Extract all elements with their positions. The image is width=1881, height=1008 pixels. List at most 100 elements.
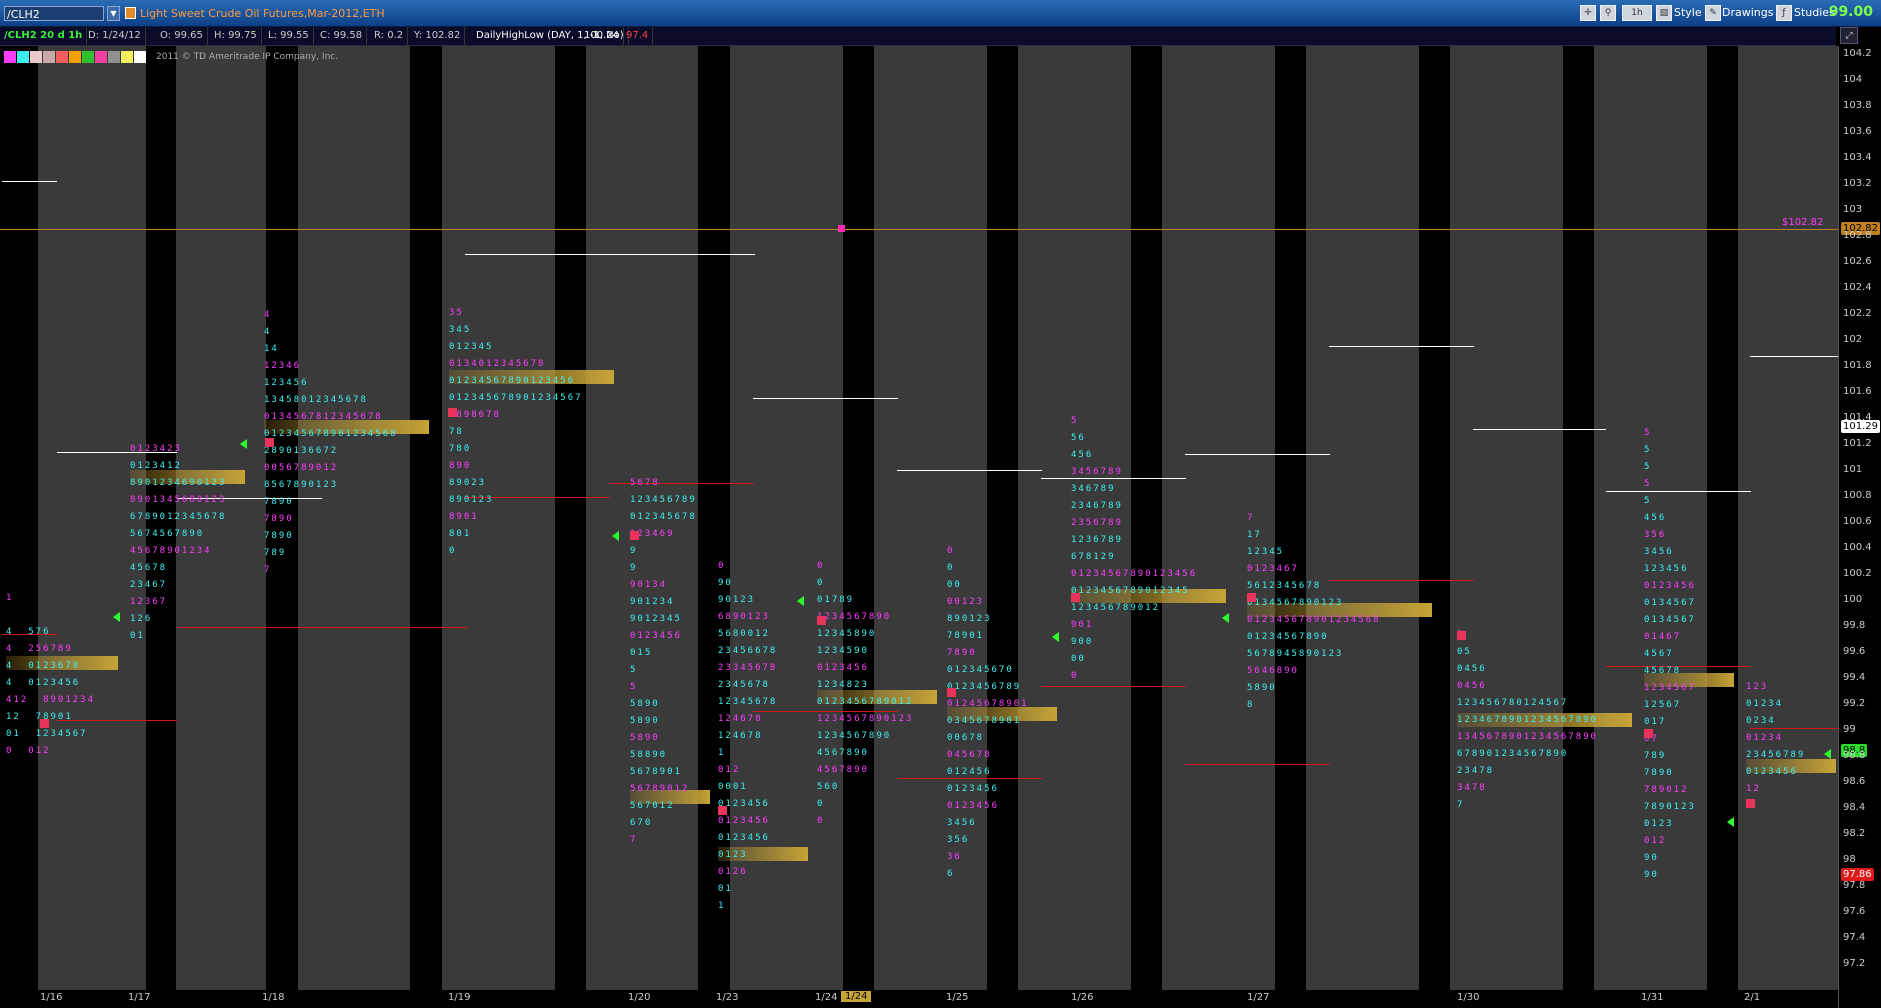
price-tick: 98.6 xyxy=(1843,776,1866,787)
overnight-band xyxy=(1563,46,1594,990)
price-tick: 102.8 xyxy=(1843,230,1872,241)
tpo-row: 5 xyxy=(1644,496,1652,506)
tpo-row: 56 xyxy=(1071,433,1086,443)
price-tick: 97.4 xyxy=(1843,932,1866,943)
symbol-info-icon[interactable] xyxy=(125,7,136,19)
date-axis[interactable]: 1/24 1/16 1/17 1/18 1/19 1/20 1/23 1/24 1/25 1/2… xyxy=(0,990,1838,1008)
tpo-row: 890123 xyxy=(449,495,494,505)
open-marker xyxy=(1247,593,1256,602)
tpo-row: 123 xyxy=(1746,682,1769,692)
price-tick: 100.6 xyxy=(1843,516,1872,527)
tpo-row: 0456 xyxy=(1457,681,1487,691)
tpo-row: 012345678901234568 xyxy=(264,429,398,439)
tpo-row: 13458012345678 xyxy=(264,395,368,405)
tpo-row: 456 xyxy=(1644,513,1667,523)
tpo-row: 00 xyxy=(1071,654,1086,664)
price-tick: 102 xyxy=(1843,334,1863,345)
price-tick: 100 xyxy=(1843,594,1863,605)
tpo-row: 1234590 xyxy=(817,646,869,656)
tpo-row: 3456 xyxy=(947,818,977,828)
cursor-price-label: $102.82 xyxy=(1782,217,1824,228)
tpo-row: 0123456 xyxy=(1644,581,1696,591)
price-axis[interactable]: 102.82 101.29 98.8 97.86 104.2 104 103.8 10… xyxy=(1838,46,1881,1008)
tpo-row: 0 xyxy=(817,799,825,809)
tpo-row: 1234567890123 xyxy=(817,714,914,724)
tpo-row: 6789012345678 xyxy=(130,512,227,522)
price-tick: 101.8 xyxy=(1843,360,1872,371)
date-tick: 1/23 xyxy=(716,992,739,1003)
expand-chart-icon[interactable]: ⤢ xyxy=(1840,27,1858,44)
date-tick: 1/17 xyxy=(128,992,151,1003)
tpo-row: 23345678 xyxy=(718,663,778,673)
symbol-dropdown-button[interactable]: ▼ xyxy=(107,6,120,21)
date-tick: 1/30 xyxy=(1457,992,1480,1003)
tpo-row: 00678 xyxy=(947,733,985,743)
close-marker xyxy=(797,596,804,606)
open-marker xyxy=(1457,631,1466,640)
bar-range: R: 0.2 xyxy=(370,27,409,45)
style-icon[interactable]: ▧ xyxy=(1656,5,1672,21)
tpo-row: 8 xyxy=(1247,700,1255,710)
open-marker xyxy=(1071,593,1080,602)
close-marker xyxy=(113,612,120,622)
tpo-row: 0123412 xyxy=(130,461,182,471)
tpo-row: 123456780124567 xyxy=(1457,698,1569,708)
price-tick: 98.2 xyxy=(1843,828,1866,839)
tpo-row: 0345678901 xyxy=(947,716,1022,726)
tpo-row: 123456 xyxy=(264,378,309,388)
link-icon[interactable]: ⚲ xyxy=(1600,5,1616,21)
tpo-row: 78 xyxy=(449,427,464,437)
tpo-row: 0234 xyxy=(1746,716,1776,726)
price-tick: 104 xyxy=(1843,74,1863,85)
tpo-row: 12567 xyxy=(1644,700,1682,710)
tpo-row: 45678 xyxy=(130,563,168,573)
copyright-text: 2011 © TD Ameritrade IP Company, Inc. xyxy=(156,52,339,62)
crosshair-icon[interactable]: ✛ xyxy=(1580,5,1596,21)
tpo-row: 0123456789012 xyxy=(817,697,914,707)
tpo-row: 560 xyxy=(817,782,840,792)
tpo-row: 7890 xyxy=(264,497,294,507)
tpo-row: 9 xyxy=(630,546,638,556)
tpo-row: 123456789012 xyxy=(1071,603,1161,613)
studies-icon[interactable]: ƒ xyxy=(1776,5,1792,21)
tpo-row: 12345 xyxy=(1247,547,1285,557)
style-button[interactable]: Style xyxy=(1674,5,1702,21)
cursor-hline xyxy=(0,229,1838,230)
close-marker xyxy=(1222,613,1229,623)
tpo-row: 0123456 xyxy=(1746,767,1798,777)
cursor-y-value: Y: 102.82 xyxy=(410,27,466,45)
tpo-row: 012345678 xyxy=(630,512,697,522)
tpo-row: 0134567 xyxy=(1644,598,1696,608)
tpo-row: 9012345 xyxy=(630,614,682,624)
timeframe-button[interactable]: 1h xyxy=(1622,5,1652,21)
drawings-button[interactable]: Drawings xyxy=(1722,5,1773,21)
tpo-row: 1234567890 xyxy=(817,731,892,741)
price-tick: 98.4 xyxy=(1843,802,1866,813)
tpo-row: 012345670 xyxy=(947,665,1014,675)
tpo-row: 0134567890123 xyxy=(1247,598,1344,608)
tpo-row: 0123456 xyxy=(718,816,770,826)
date-tick: 1/27 xyxy=(1247,992,1270,1003)
tpo-row: 12345890 xyxy=(817,629,877,639)
tpo-row: 5678901 xyxy=(630,767,682,777)
chart-area[interactable]: $102.82 14 576 4 256789 4 0123670 4 0123456… xyxy=(0,46,1838,990)
symbol-input[interactable]: /CLH2 xyxy=(4,6,104,21)
tpo-row: 5612345678 xyxy=(1247,581,1322,591)
tpo-row: 2890136672 xyxy=(264,446,339,456)
tpo-row: 012 xyxy=(718,765,741,775)
tpo-row: 6 xyxy=(947,869,955,879)
tpo-row: 0123456 xyxy=(947,801,999,811)
date-tick: 1/24 xyxy=(815,992,838,1003)
tpo-row: 4 0123670 xyxy=(6,661,81,671)
date-tick: 1/19 xyxy=(448,992,471,1003)
price-tick: 101.4 xyxy=(1843,412,1872,423)
tpo-row: 045678 xyxy=(947,750,992,760)
tpo-row: 0123456 xyxy=(718,833,770,843)
symbol-description: Light Sweet Crude Oil Futures,Mar-2012,E… xyxy=(140,7,385,20)
open-marker xyxy=(630,531,639,540)
tpo-row: 00 xyxy=(947,580,962,590)
drawings-icon[interactable]: ✎ xyxy=(1705,5,1721,21)
price-tick: 99.2 xyxy=(1843,698,1866,709)
tpo-row: 7890123 xyxy=(1644,802,1696,812)
tpo-row: 0123456 xyxy=(947,784,999,794)
